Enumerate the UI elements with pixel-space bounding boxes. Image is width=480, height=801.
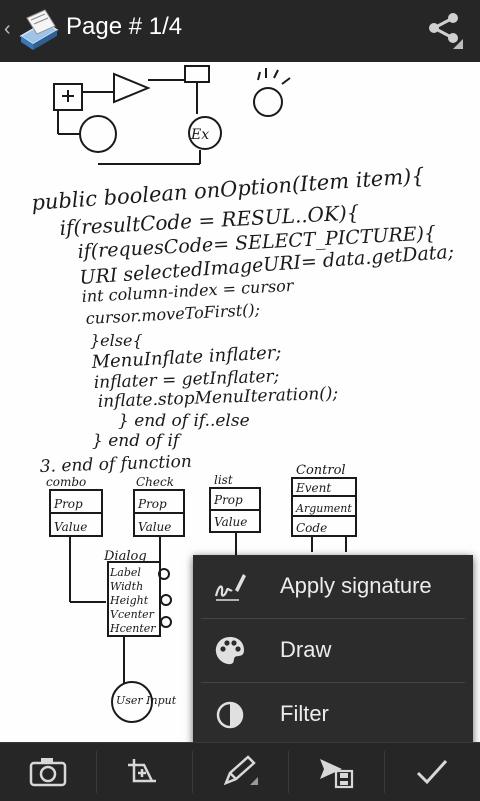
svg-text:Value: Value bbox=[54, 520, 87, 534]
bottom-toolbar bbox=[0, 742, 480, 801]
checkmark-icon bbox=[416, 759, 448, 785]
svg-text:Control: Control bbox=[296, 463, 346, 478]
svg-text:Height: Height bbox=[109, 594, 149, 607]
property-box: Control Event Argument Code bbox=[291, 463, 357, 537]
menu-item-filter[interactable]: Filter bbox=[193, 683, 473, 746]
svg-text:Prop: Prop bbox=[53, 497, 83, 511]
share-button[interactable] bbox=[422, 8, 466, 52]
camera-button[interactable] bbox=[0, 743, 96, 801]
svg-text:Vcenter: Vcenter bbox=[110, 608, 155, 621]
menu-item-label: Filter bbox=[280, 701, 329, 726]
pencil-button[interactable] bbox=[192, 743, 288, 801]
svg-text:Value: Value bbox=[214, 515, 247, 529]
code-line: 3. end of function bbox=[39, 452, 192, 477]
svg-text:Prop: Prop bbox=[213, 493, 243, 507]
menu-item-draw[interactable]: Draw bbox=[193, 619, 473, 682]
menu-item-apply-signature[interactable]: Apply signature bbox=[193, 555, 473, 618]
code-line: }else{ bbox=[90, 331, 143, 350]
property-box: Check Prop Value bbox=[133, 475, 185, 537]
send-save-button[interactable] bbox=[288, 743, 384, 801]
back-chevron-icon[interactable]: ‹ bbox=[4, 18, 11, 41]
svg-text:Value: Value bbox=[138, 520, 171, 534]
code-line: } end of if bbox=[92, 431, 182, 451]
property-box: combo Prop Value bbox=[46, 475, 103, 537]
svg-text:Code: Code bbox=[296, 521, 327, 535]
action-bar: ‹ Page # 1/4 bbox=[0, 0, 480, 63]
dialog-box-sketch: Dialog Label Width Height Vcenter Hcente… bbox=[103, 549, 161, 637]
svg-text:Hcenter: Hcenter bbox=[109, 622, 156, 635]
scanner-app-icon[interactable] bbox=[15, 6, 63, 54]
overflow-indicator-icon bbox=[453, 39, 463, 49]
svg-text:list: list bbox=[214, 473, 233, 487]
palette-icon bbox=[215, 637, 244, 665]
ex-node-label: Ex bbox=[190, 127, 209, 143]
page-title: Page # 1/4 bbox=[66, 13, 183, 40]
crop-button[interactable] bbox=[96, 743, 192, 801]
svg-text:Argument: Argument bbox=[295, 502, 352, 515]
svg-text:Check: Check bbox=[136, 475, 174, 489]
svg-text:Prop: Prop bbox=[137, 497, 167, 511]
contrast-filter-icon bbox=[216, 701, 244, 729]
menu-item-label: Apply signature bbox=[280, 573, 432, 598]
camera-icon bbox=[29, 758, 67, 787]
flow-diagram bbox=[53, 65, 291, 165]
user-input-label: User Input bbox=[116, 694, 177, 707]
signature-icon bbox=[214, 574, 246, 601]
pencil-icon bbox=[223, 755, 258, 786]
code-line: } end of if..else bbox=[118, 411, 250, 431]
svg-text:Label: Label bbox=[109, 566, 141, 579]
svg-text:combo: combo bbox=[46, 475, 86, 489]
property-box: list Prop Value bbox=[209, 473, 261, 533]
confirm-button[interactable] bbox=[384, 743, 480, 801]
send-save-icon bbox=[320, 759, 354, 789]
crop-icon bbox=[128, 759, 156, 783]
popup-menu: Apply signature Draw Filter bbox=[193, 555, 473, 747]
svg-text:Event: Event bbox=[295, 481, 331, 495]
menu-item-label: Draw bbox=[280, 637, 332, 662]
svg-text:Width: Width bbox=[110, 580, 143, 593]
